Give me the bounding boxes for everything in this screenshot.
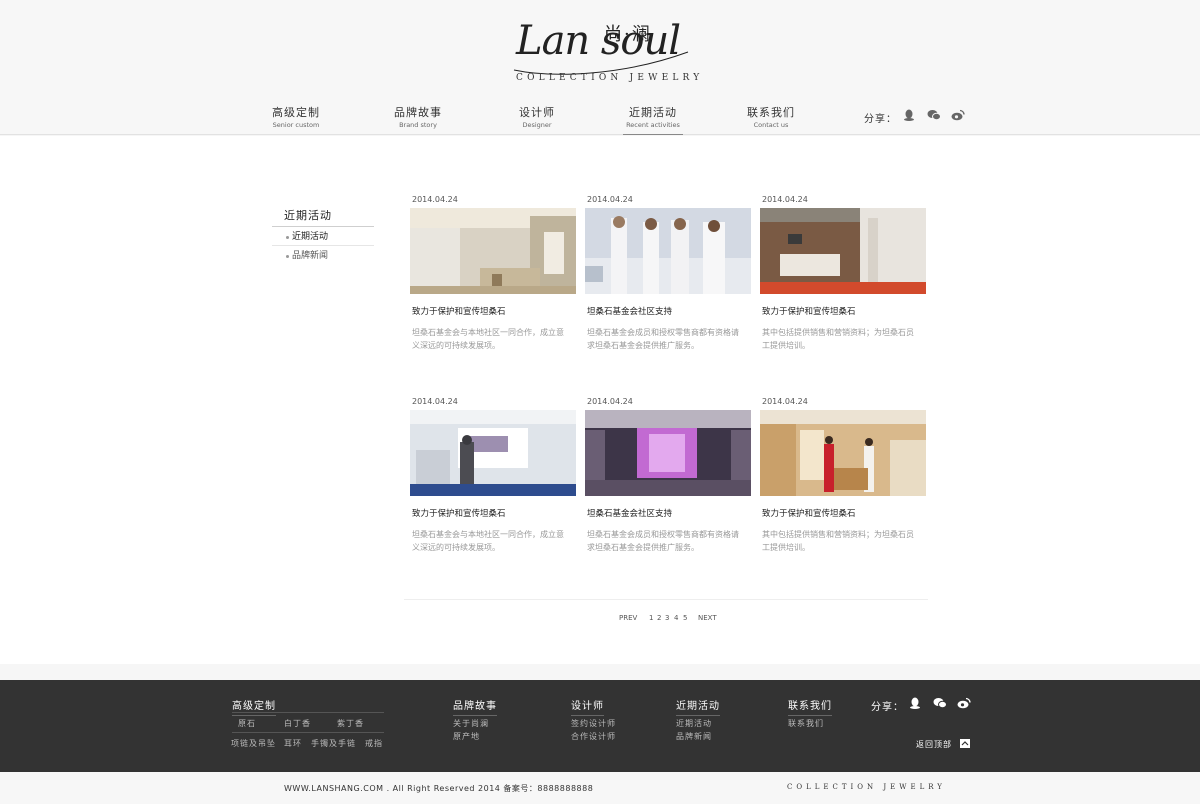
nav-label-cn: 近期活动 [629,106,677,119]
share-label: 分享： [864,114,897,125]
nav-designer[interactable]: 设计师 Designer [514,106,560,130]
footer-heading-contact-us[interactable]: 联系我们 [788,697,832,716]
footer-link[interactable]: 白丁香 [284,718,311,729]
news-card[interactable]: 2014.04.24 坦桑石基金会社区支持 坦桑石基金会成员和授权零售商都有资格… [585,193,751,352]
footer-link[interactable]: 品牌新闻 [676,731,712,742]
card-date: 2014.04.24 [587,195,633,204]
pager-prev[interactable]: PREV [619,614,637,622]
brand-tagline: COLLECTION JEWELRY [516,73,704,83]
qq-icon[interactable] [902,109,916,121]
footer-link[interactable]: 原产地 [453,731,480,742]
card-date: 2014.04.24 [412,195,458,204]
nav-label-en: Recent activities [626,121,680,129]
footer-link[interactable]: 原石 [238,718,256,729]
nav-label-cn: 高级定制 [272,106,320,119]
nav-contact-us[interactable]: 联系我们 Contact us [747,106,795,130]
qq-icon[interactable] [908,697,922,709]
nav-recent-activities[interactable]: 近期活动 Recent activities [623,106,683,135]
card-description: 其中包括提供销售和营销资料；为坦桑石员工提供培训。 [762,530,914,552]
card-title[interactable]: 致力于保护和宣传坦桑石 [410,507,576,519]
site-header: Lan soul 尚·澜 COLLECTION JEWELRY 高级定制 Sen… [0,0,1200,135]
footer-link[interactable]: 近期活动 [676,718,712,729]
footer-link[interactable]: 联系我们 [788,718,824,729]
card-date: 2014.04.24 [412,397,458,406]
news-card[interactable]: 2014.04.24 致力于保护和宣传坦桑石 坦桑石基金会与本地社区一同合作，成… [410,395,576,554]
card-description: 坦桑石基金会与本地社区一同合作，成立意义深远的可持续发展项。 [412,328,564,350]
card-description: 其中包括提供销售和营销资料；为坦桑石员工提供培训。 [762,328,914,350]
copyright-text: WWW.LANSHANG.COM . All Right Reserved 20… [284,784,594,793]
footer-divider [232,732,384,733]
pager-page-1[interactable]: 1 [649,614,653,622]
card-date: 2014.04.24 [762,195,808,204]
news-card[interactable]: 2014.04.24 致力于保护和宣传坦桑石 坦桑石基金会与本地社区一同合作，成… [410,193,576,352]
footer-link[interactable]: 紫丁香 [337,718,364,729]
pager-page-5[interactable]: 5 [683,614,687,622]
nav-label-en: Senior custom [272,121,320,129]
nav-senior-custom[interactable]: 高级定制 Senior custom [272,106,320,130]
card-image-exhibition-booth[interactable] [410,208,576,294]
nav-label-cn: 设计师 [519,106,555,119]
nav-brand-story[interactable]: 品牌故事 Brand story [394,106,442,130]
pager-page-3[interactable]: 3 [665,614,669,622]
card-description: 坦桑石基金会成员和授权零售商都有资格请求坦桑石基金会提供推广服务。 [587,530,739,552]
sidebar-item-brand-news[interactable]: 品牌新闻 [272,247,374,265]
card-title[interactable]: 致力于保护和宣传坦桑石 [760,507,926,519]
news-card[interactable]: 2014.04.24 致力于保护和宣传坦桑石 其中包括提供销售和营销资料；为坦桑… [760,193,926,352]
wechat-icon[interactable] [927,109,941,121]
footer-link[interactable]: 耳环 [284,738,302,749]
brand-script: Lan soul [516,18,681,64]
footer-link[interactable]: 手镯及手链 [311,738,356,749]
brand-logo[interactable]: Lan soul 尚·澜 COLLECTION JEWELRY [512,18,699,86]
sidebar-item-recent-activities[interactable]: 近期活动 [272,228,374,246]
footer-link[interactable]: 项链及吊坠 [231,738,276,749]
back-to-top-icon[interactable] [960,739,970,748]
card-image-showroom[interactable] [760,208,926,294]
pager-divider [404,599,928,600]
card-image-models-event[interactable] [585,208,751,294]
brand-cn: 尚·澜 [604,24,652,45]
card-title[interactable]: 致力于保护和宣传坦桑石 [410,305,576,317]
card-image-exhibition-hall[interactable] [410,410,576,496]
card-date: 2014.04.24 [762,397,808,406]
wechat-icon[interactable] [933,697,947,709]
card-title[interactable]: 坦桑石基金会社区支持 [585,305,751,317]
card-description: 坦桑石基金会与本地社区一同合作，成立意义深远的可持续发展项。 [412,530,564,552]
footer-heading-brand-story[interactable]: 品牌故事 [453,697,497,716]
sidebar-title: 近期活动 [284,209,332,222]
main-content: 近期活动 近期活动 品牌新闻 2014.04.24 致力于保护和宣传坦桑石 坦桑… [0,136,1200,664]
weibo-icon[interactable] [951,109,965,121]
footer-heading-recent-activities[interactable]: 近期活动 [676,697,720,716]
footer-heading-senior-custom[interactable]: 高级定制 [232,697,276,716]
card-date: 2014.04.24 [587,397,633,406]
card-image-purple-hall[interactable] [585,410,751,496]
nav-label-en: Brand story [399,121,437,129]
card-image-golden-booth[interactable] [760,410,926,496]
news-card[interactable]: 2014.04.24 致力于保护和宣传坦桑石 其中包括提供销售和营销资料；为坦桑… [760,395,926,554]
nav-label-cn: 联系我们 [747,106,795,119]
footer-divider [232,712,384,713]
weibo-icon[interactable] [957,697,971,709]
card-title[interactable]: 致力于保护和宣传坦桑石 [760,305,926,317]
footer-share-label: 分享： [871,702,904,713]
pager-page-4[interactable]: 4 [674,614,678,622]
nav-label-cn: 品牌故事 [394,106,442,119]
footer-link[interactable]: 关于尚澜 [453,718,489,729]
footer-link[interactable]: 合作设计师 [571,731,616,742]
footer-link[interactable]: 戒指 [365,738,383,749]
bottom-tagline: COLLECTION JEWELRY [787,783,946,791]
bottom-bar: WWW.LANSHANG.COM . All Right Reserved 20… [0,772,1200,804]
nav-label-en: Designer [522,121,552,129]
site-footer: 高级定制 原石 白丁香 紫丁香 项链及吊坠 耳环 手镯及手链 戒指 品牌故事 关… [0,680,1200,772]
nav-label-en: Contact us [753,121,789,129]
back-to-top-link[interactable]: 返回顶部 [916,739,952,750]
pager-page-2[interactable]: 2 [657,614,661,622]
footer-link[interactable]: 签约设计师 [571,718,616,729]
pager-next[interactable]: NEXT [698,614,717,622]
card-title[interactable]: 坦桑石基金会社区支持 [585,507,751,519]
footer-heading-designer[interactable]: 设计师 [571,697,604,716]
card-description: 坦桑石基金会成员和授权零售商都有资格请求坦桑石基金会提供推广服务。 [587,328,739,350]
news-card[interactable]: 2014.04.24 坦桑石基金会社区支持 坦桑石基金会成员和授权零售商都有资格… [585,395,751,554]
sidebar-divider [272,226,374,227]
